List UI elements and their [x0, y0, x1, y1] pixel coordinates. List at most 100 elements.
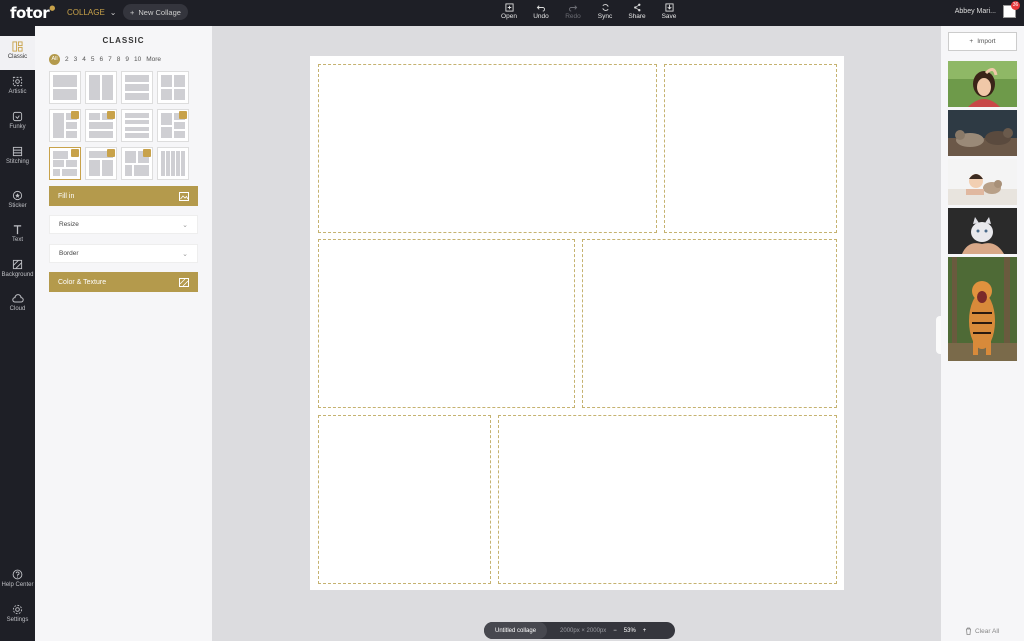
share-button[interactable]: Share — [621, 3, 653, 21]
filter-3[interactable]: 3 — [74, 56, 78, 63]
template-thumbnail[interactable] — [157, 109, 189, 142]
collage-cell[interactable] — [318, 239, 575, 408]
rail-item-classic[interactable]: Classic — [0, 36, 35, 70]
chevron-down-icon: ⌄ — [109, 8, 117, 17]
rail-item-help[interactable]: Help Center — [0, 569, 35, 588]
woman-photo — [948, 61, 1017, 107]
filter-9[interactable]: 9 — [125, 56, 129, 63]
chevron-down-icon: ⌄ — [182, 250, 188, 258]
status-bar: Untitled collage 2000px × 2000px − 53% + — [484, 622, 675, 639]
settings-icon — [12, 604, 23, 615]
background-icon — [12, 259, 23, 270]
fotor-logo[interactable]: fotor● — [10, 4, 55, 22]
open-icon — [504, 3, 514, 12]
filter-7[interactable]: 7 — [108, 56, 112, 63]
filter-more[interactable]: More — [146, 56, 161, 63]
chevron-down-icon: ⌄ — [182, 221, 188, 229]
plus-icon: + — [969, 38, 974, 45]
photo-thumbnail[interactable] — [948, 159, 1017, 205]
save-button[interactable]: Save — [653, 3, 685, 21]
template-thumbnail[interactable] — [121, 109, 153, 142]
filter-4[interactable]: 4 — [82, 56, 86, 63]
child-with-cat-photo — [948, 159, 1017, 205]
template-thumbnail[interactable] — [85, 71, 117, 104]
filter-2[interactable]: 2 — [65, 56, 69, 63]
notification-badge[interactable]: 36 — [1011, 1, 1020, 10]
premium-crown-icon — [107, 149, 115, 157]
zoom-out-button[interactable]: − — [613, 628, 617, 634]
template-thumbnail[interactable] — [49, 71, 81, 104]
filter-8[interactable]: 8 — [117, 56, 121, 63]
canvas-dimensions: 2000px × 2000px — [560, 627, 607, 634]
redo-icon — [568, 5, 578, 12]
rail-item-cloud[interactable]: Cloud — [0, 294, 35, 312]
color-texture-button[interactable]: Color & Texture — [49, 272, 198, 292]
rail-item-artistic[interactable]: Artistic — [0, 76, 35, 95]
clear-all-button[interactable]: Clear All — [965, 627, 999, 635]
filter-5[interactable]: 5 — [91, 56, 95, 63]
sync-icon — [601, 4, 609, 11]
photo-panel: + Import Clear All — [941, 26, 1024, 641]
rail-item-settings[interactable]: Settings — [0, 604, 35, 623]
text-icon — [13, 225, 22, 235]
collage-cell[interactable] — [318, 64, 657, 233]
cell-count-filters: All 2 3 4 5 6 7 8 9 10 More — [49, 54, 161, 65]
zoom-in-button[interactable]: + — [643, 628, 647, 634]
border-dropdown[interactable]: Border ⌄ — [49, 244, 198, 263]
resize-dropdown[interactable]: Resize ⌄ — [49, 215, 198, 234]
undo-icon — [536, 5, 546, 12]
photo-thumbnail[interactable] — [948, 110, 1017, 156]
classic-panel: CLASSIC All 2 3 4 5 6 7 8 9 10 More Fill… — [35, 26, 212, 641]
rail-item-funky[interactable]: Funky — [0, 111, 35, 130]
user-name[interactable]: Abbey Mari... — [955, 8, 996, 15]
photo-thumbnail[interactable] — [948, 257, 1017, 361]
photo-thumbnail[interactable] — [948, 61, 1017, 107]
template-thumbnail[interactable] — [157, 71, 189, 104]
texture-icon — [179, 277, 189, 287]
top-bar: fotor● COLLAGE ⌄ + New Collage Open Undo… — [0, 0, 1024, 26]
rail-item-stitching[interactable]: Stitching — [0, 146, 35, 165]
rail-item-text[interactable]: Text — [0, 224, 35, 243]
template-grid — [49, 71, 189, 180]
undo-button[interactable]: Undo — [525, 3, 557, 21]
open-button[interactable]: Open — [493, 3, 525, 21]
collage-cell[interactable] — [318, 415, 491, 584]
premium-crown-icon — [71, 111, 79, 119]
collage-cell[interactable] — [664, 64, 837, 233]
mode-dropdown[interactable]: COLLAGE ⌄ — [67, 8, 117, 17]
rail-item-sticker[interactable]: Sticker — [0, 190, 35, 209]
fill-in-button[interactable]: Fill in — [49, 186, 198, 206]
zoom-level: 53% — [623, 627, 636, 634]
template-thumbnail[interactable] — [85, 109, 117, 142]
sync-button[interactable]: Sync — [589, 3, 621, 21]
kitten-in-hands-photo — [948, 208, 1017, 254]
document-name[interactable]: Untitled collage — [484, 622, 548, 639]
left-rail: Classic Artistic Funky Stitching Sticker… — [0, 26, 35, 641]
rail-item-background[interactable]: Background — [0, 259, 35, 278]
template-thumbnail[interactable] — [121, 147, 153, 180]
trash-icon — [966, 627, 971, 635]
new-collage-button[interactable]: + New Collage — [123, 4, 188, 20]
plus-icon: + — [130, 7, 135, 17]
template-thumbnail[interactable] — [85, 147, 117, 180]
share-icon — [633, 3, 640, 12]
collage-cell[interactable] — [582, 239, 837, 408]
photo-thumbnail[interactable] — [948, 208, 1017, 254]
tiger-photo — [948, 257, 1017, 361]
import-button[interactable]: + Import — [948, 32, 1017, 51]
template-thumbnail[interactable] — [49, 109, 81, 142]
collage-cell[interactable] — [498, 415, 837, 584]
filter-all[interactable]: All — [49, 54, 60, 65]
filter-10[interactable]: 10 — [134, 56, 141, 63]
mode-label: COLLAGE — [67, 8, 105, 17]
redo-button[interactable]: Redo — [557, 3, 589, 21]
template-thumbnail[interactable] — [157, 147, 189, 180]
premium-crown-icon — [107, 111, 115, 119]
funky-icon — [12, 111, 23, 122]
premium-crown-icon — [143, 149, 151, 157]
template-thumbnail-selected[interactable] — [49, 147, 81, 180]
toolbar: Open Undo Redo Sync Share Save — [493, 3, 685, 21]
classic-layout-icon — [12, 41, 23, 52]
filter-6[interactable]: 6 — [100, 56, 104, 63]
template-thumbnail[interactable] — [121, 71, 153, 104]
